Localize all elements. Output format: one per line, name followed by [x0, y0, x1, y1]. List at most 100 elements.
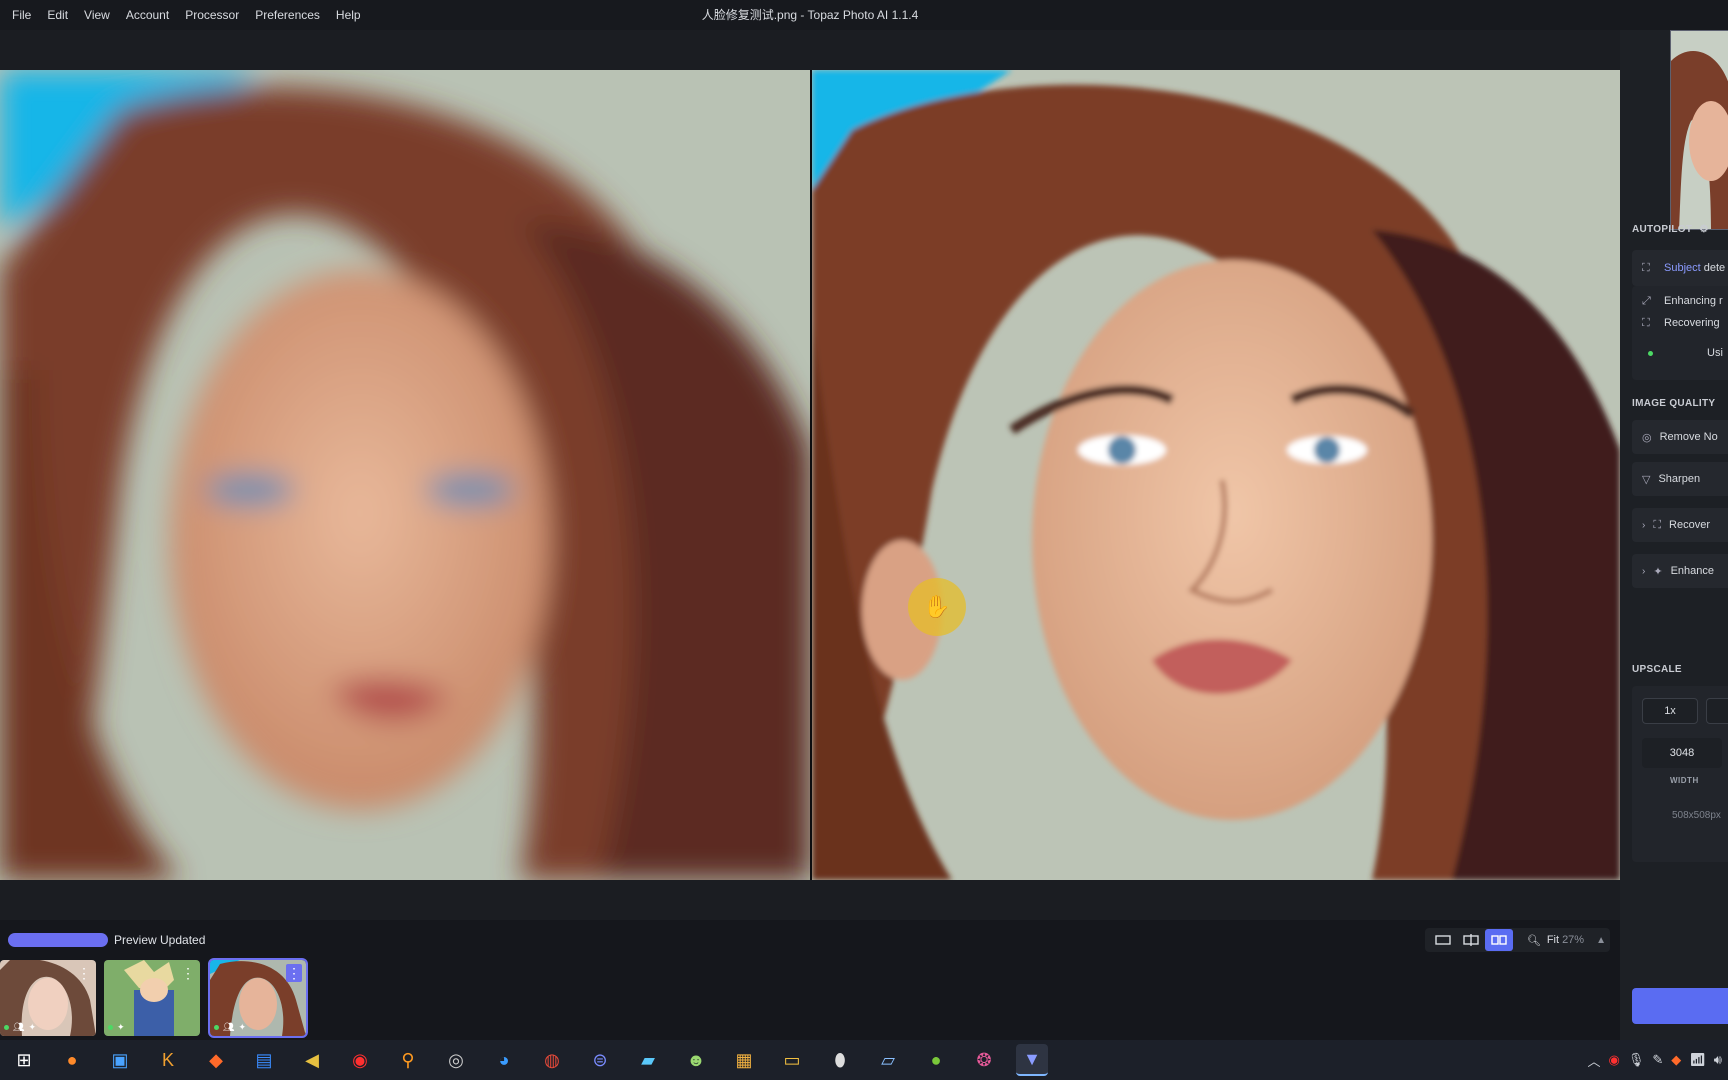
menu-help[interactable]: Help — [328, 0, 369, 30]
image-quality-title: IMAGE QUALITY — [1632, 398, 1716, 409]
export-button[interactable] — [1632, 988, 1728, 1024]
windows-start-icon[interactable]: ⊞ — [8, 1044, 40, 1076]
chevron-right-icon[interactable]: › — [1642, 520, 1645, 531]
panda-app-icon[interactable]: ☻ — [680, 1044, 712, 1076]
enhancing-label: Enhancing r — [1664, 295, 1723, 307]
gear-icon[interactable]: ⚙ — [1699, 224, 1708, 235]
scan-icon: ⛶ — [1642, 261, 1650, 274]
record-icon[interactable]: ◉ — [344, 1044, 376, 1076]
thumbnail-anime[interactable]: ⋮ ✦ — [104, 960, 200, 1036]
top-strip — [0, 30, 1620, 70]
thumbnail-menu-icon[interactable]: ⋮ — [76, 964, 92, 982]
scale-2x-button[interactable] — [1706, 698, 1728, 724]
taskbar: ⊞ ● ▣ K ◆ ▤ ◀ ◉ ⚲ ◎ ◕ ◍ ⊜ ▰ ☻ ▦ ▭ ⬮ ▱ ● … — [0, 1040, 1728, 1080]
notes-app-icon[interactable]: ▱ — [872, 1044, 904, 1076]
status-bar: Preview Updated 🔍︎ Fit 27% ▲ — [0, 920, 1620, 960]
autopilot-details: ⤢ Enhancing r ⛶ Recovering Usi — [1632, 286, 1728, 380]
enhance-label: Enhance — [1670, 565, 1714, 577]
menu-edit[interactable]: Edit — [39, 0, 76, 30]
color-wheel-icon[interactable]: ❂ — [968, 1044, 1000, 1076]
subject-detect-card[interactable]: ⛶ Subject dete — [1632, 250, 1728, 286]
lock-app-icon[interactable]: ⊜ — [584, 1044, 616, 1076]
processed-preview[interactable] — [812, 70, 1620, 880]
firefox-icon[interactable]: ● — [56, 1044, 88, 1076]
viewer-footer — [0, 880, 1620, 920]
subject-detect-label: dete — [1703, 262, 1726, 274]
recover-faces-label: Recover — [1669, 519, 1711, 531]
folder-icon[interactable]: ▭ — [776, 1044, 808, 1076]
thumbnail-woman-selected[interactable]: ⋮ 👥︎ ✦ — [208, 958, 308, 1038]
split-view-button[interactable] — [1457, 929, 1485, 951]
menu-preferences[interactable]: Preferences — [247, 0, 328, 30]
side-by-side-icon — [1491, 935, 1507, 945]
status-dot — [4, 1025, 9, 1030]
arrow-app-icon[interactable]: ◀ — [296, 1044, 328, 1076]
menu-bar: File Edit View Account Processor Prefere… — [0, 0, 1728, 30]
chevron-up-icon[interactable]: ▲ — [1596, 935, 1606, 946]
zoom-control[interactable]: 🔍︎ Fit 27% ▲ — [1527, 934, 1606, 947]
status-dot — [108, 1025, 113, 1030]
ball-app-icon[interactable]: ● — [920, 1044, 952, 1076]
expand-arrows-icon: ⤢ — [1642, 294, 1651, 307]
filmstrip: ⋮ 👥︎ ✦ ⋮ ✦ ⋮ 👥︎ ✦ — [0, 958, 1620, 1040]
scale-1x-button[interactable]: 1x — [1642, 698, 1698, 724]
original-image — [0, 70, 810, 880]
noise-icon: ◎ — [1642, 431, 1652, 444]
mouse-app-icon[interactable]: ⬮ — [824, 1044, 856, 1076]
sparkle-icon: ✦ — [1653, 565, 1663, 578]
menu-processor[interactable]: Processor — [177, 0, 247, 30]
pen-icon[interactable]: ✎ — [1652, 1052, 1663, 1068]
single-view-icon — [1435, 935, 1451, 945]
app-tray-icon[interactable]: ◆ — [1671, 1052, 1681, 1068]
single-view-button[interactable] — [1429, 929, 1457, 951]
wifi-icon[interactable]: 📶︎ — [1689, 1052, 1706, 1068]
image-viewer[interactable] — [0, 70, 1620, 880]
thumbnail-portrait[interactable]: ⋮ 👥︎ ✦ — [0, 960, 96, 1036]
chevron-right-icon[interactable]: › — [1642, 566, 1645, 577]
network-tool-icon[interactable]: ▣ — [104, 1044, 136, 1076]
sharpen-icon: ▽ — [1642, 473, 1651, 486]
microphone-icon[interactable]: 🎙︎ — [1628, 1052, 1645, 1068]
thumbnail-menu-icon[interactable]: ⋮ — [180, 964, 196, 982]
sparkle-icon: ✦ — [238, 1022, 246, 1032]
autopilot-label: AUTOPILOT — [1632, 224, 1693, 235]
processed-image — [812, 70, 1620, 880]
navigator-image — [1671, 31, 1728, 229]
autopilot-title: AUTOPILOT ⚙ — [1632, 224, 1709, 235]
topaz-icon[interactable]: ▼ — [1016, 1044, 1048, 1076]
recover-faces-row[interactable]: › ⛶ Recover — [1632, 508, 1728, 542]
zoom-label: Fit — [1546, 934, 1560, 946]
face-scan-icon: ⛶ — [1653, 518, 1662, 531]
menu-file[interactable]: File — [0, 0, 39, 30]
chevron-up-icon[interactable]: ︿ — [1588, 1051, 1601, 1070]
obs-icon[interactable]: ◎ — [440, 1044, 472, 1076]
navigator-thumbnail[interactable] — [1670, 30, 1728, 230]
thumbnail-menu-icon[interactable]: ⋮ — [286, 964, 302, 982]
width-label: WIDTH — [1670, 776, 1699, 785]
record-tray-icon[interactable]: ◉ — [1609, 1052, 1620, 1068]
sparkle-icon: ✦ — [28, 1022, 36, 1032]
zoom-icon: 🔍︎ — [1526, 934, 1541, 947]
sharpen-row[interactable]: ▽ Sharpen — [1632, 462, 1728, 496]
upscale-title: UPSCALE — [1632, 664, 1682, 675]
progress-bar — [8, 933, 108, 947]
volume-icon[interactable]: 🔊︎ — [1714, 1052, 1722, 1068]
dimensions-text: 508x508px — [1672, 810, 1721, 821]
paper-plane-icon[interactable]: ◆ — [200, 1044, 232, 1076]
width-input[interactable]: 3048 — [1642, 738, 1722, 768]
original-preview[interactable] — [0, 70, 810, 880]
translate-icon[interactable]: ◕ — [488, 1044, 520, 1076]
remove-noise-row[interactable]: ◎ Remove No — [1632, 420, 1728, 454]
menu-view[interactable]: View — [76, 0, 118, 30]
side-by-side-view-button[interactable] — [1484, 929, 1513, 951]
k-app-icon[interactable]: K — [152, 1044, 184, 1076]
subject-label: Subject — [1664, 262, 1701, 274]
bird-app-icon[interactable]: ▰ — [632, 1044, 664, 1076]
package-icon[interactable]: ▦ — [728, 1044, 760, 1076]
menu-account[interactable]: Account — [118, 0, 177, 30]
search-app-icon[interactable]: ⚲ — [392, 1044, 424, 1076]
printer-icon[interactable]: ▤ — [248, 1044, 280, 1076]
right-panel: AUTOPILOT ⚙ ⛶ Subject dete ⤢ Enhancing r… — [1620, 30, 1728, 1040]
enhance-row[interactable]: › ✦ Enhance — [1632, 554, 1728, 588]
chrome-icon[interactable]: ◍ — [536, 1044, 568, 1076]
